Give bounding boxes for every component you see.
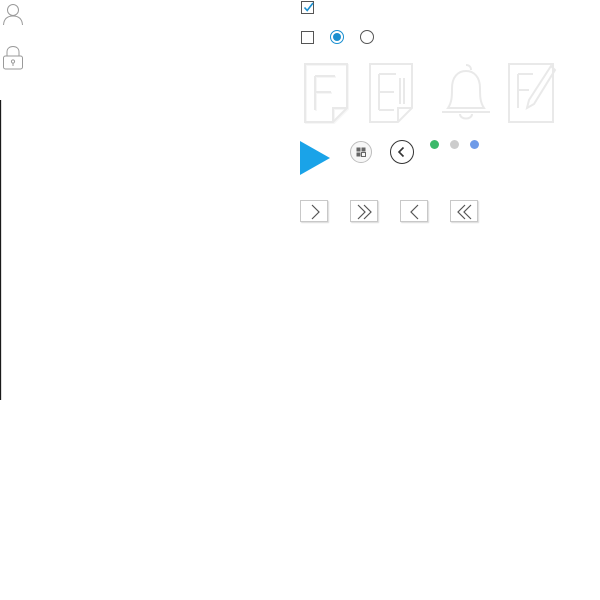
grid-icon	[356, 147, 366, 157]
back-circle-button[interactable]	[390, 140, 414, 164]
bell-icon	[436, 62, 496, 124]
status-dot-gray	[450, 140, 459, 149]
checkbox-unchecked[interactable]	[301, 31, 314, 44]
edit-document-icon	[505, 62, 557, 124]
chevron-left-icon	[410, 204, 419, 220]
checkbox-checked[interactable]	[301, 1, 314, 14]
document-icon	[301, 62, 351, 124]
play-icon[interactable]	[299, 140, 331, 181]
double-chevron-right-icon	[357, 204, 372, 220]
sidebar-divider	[0, 100, 3, 400]
lock-icon[interactable]	[2, 45, 24, 71]
radio-unselected[interactable]	[360, 30, 374, 44]
chevron-right-icon	[311, 204, 320, 220]
radio-selected[interactable]	[330, 30, 344, 44]
last-button[interactable]	[350, 200, 378, 222]
grid-button[interactable]	[350, 141, 372, 163]
next-button[interactable]	[300, 200, 328, 222]
user-icon[interactable]	[2, 2, 24, 26]
status-dot-blue	[470, 140, 479, 149]
first-button[interactable]	[450, 200, 478, 222]
radio-selected-dot	[333, 33, 341, 41]
prev-button[interactable]	[400, 200, 428, 222]
double-chevron-left-icon	[457, 204, 472, 220]
status-dot-green	[430, 140, 439, 149]
chevron-left-icon	[397, 146, 404, 157]
ui-kit-canvas	[0, 0, 600, 600]
document-lines-icon	[366, 62, 416, 124]
